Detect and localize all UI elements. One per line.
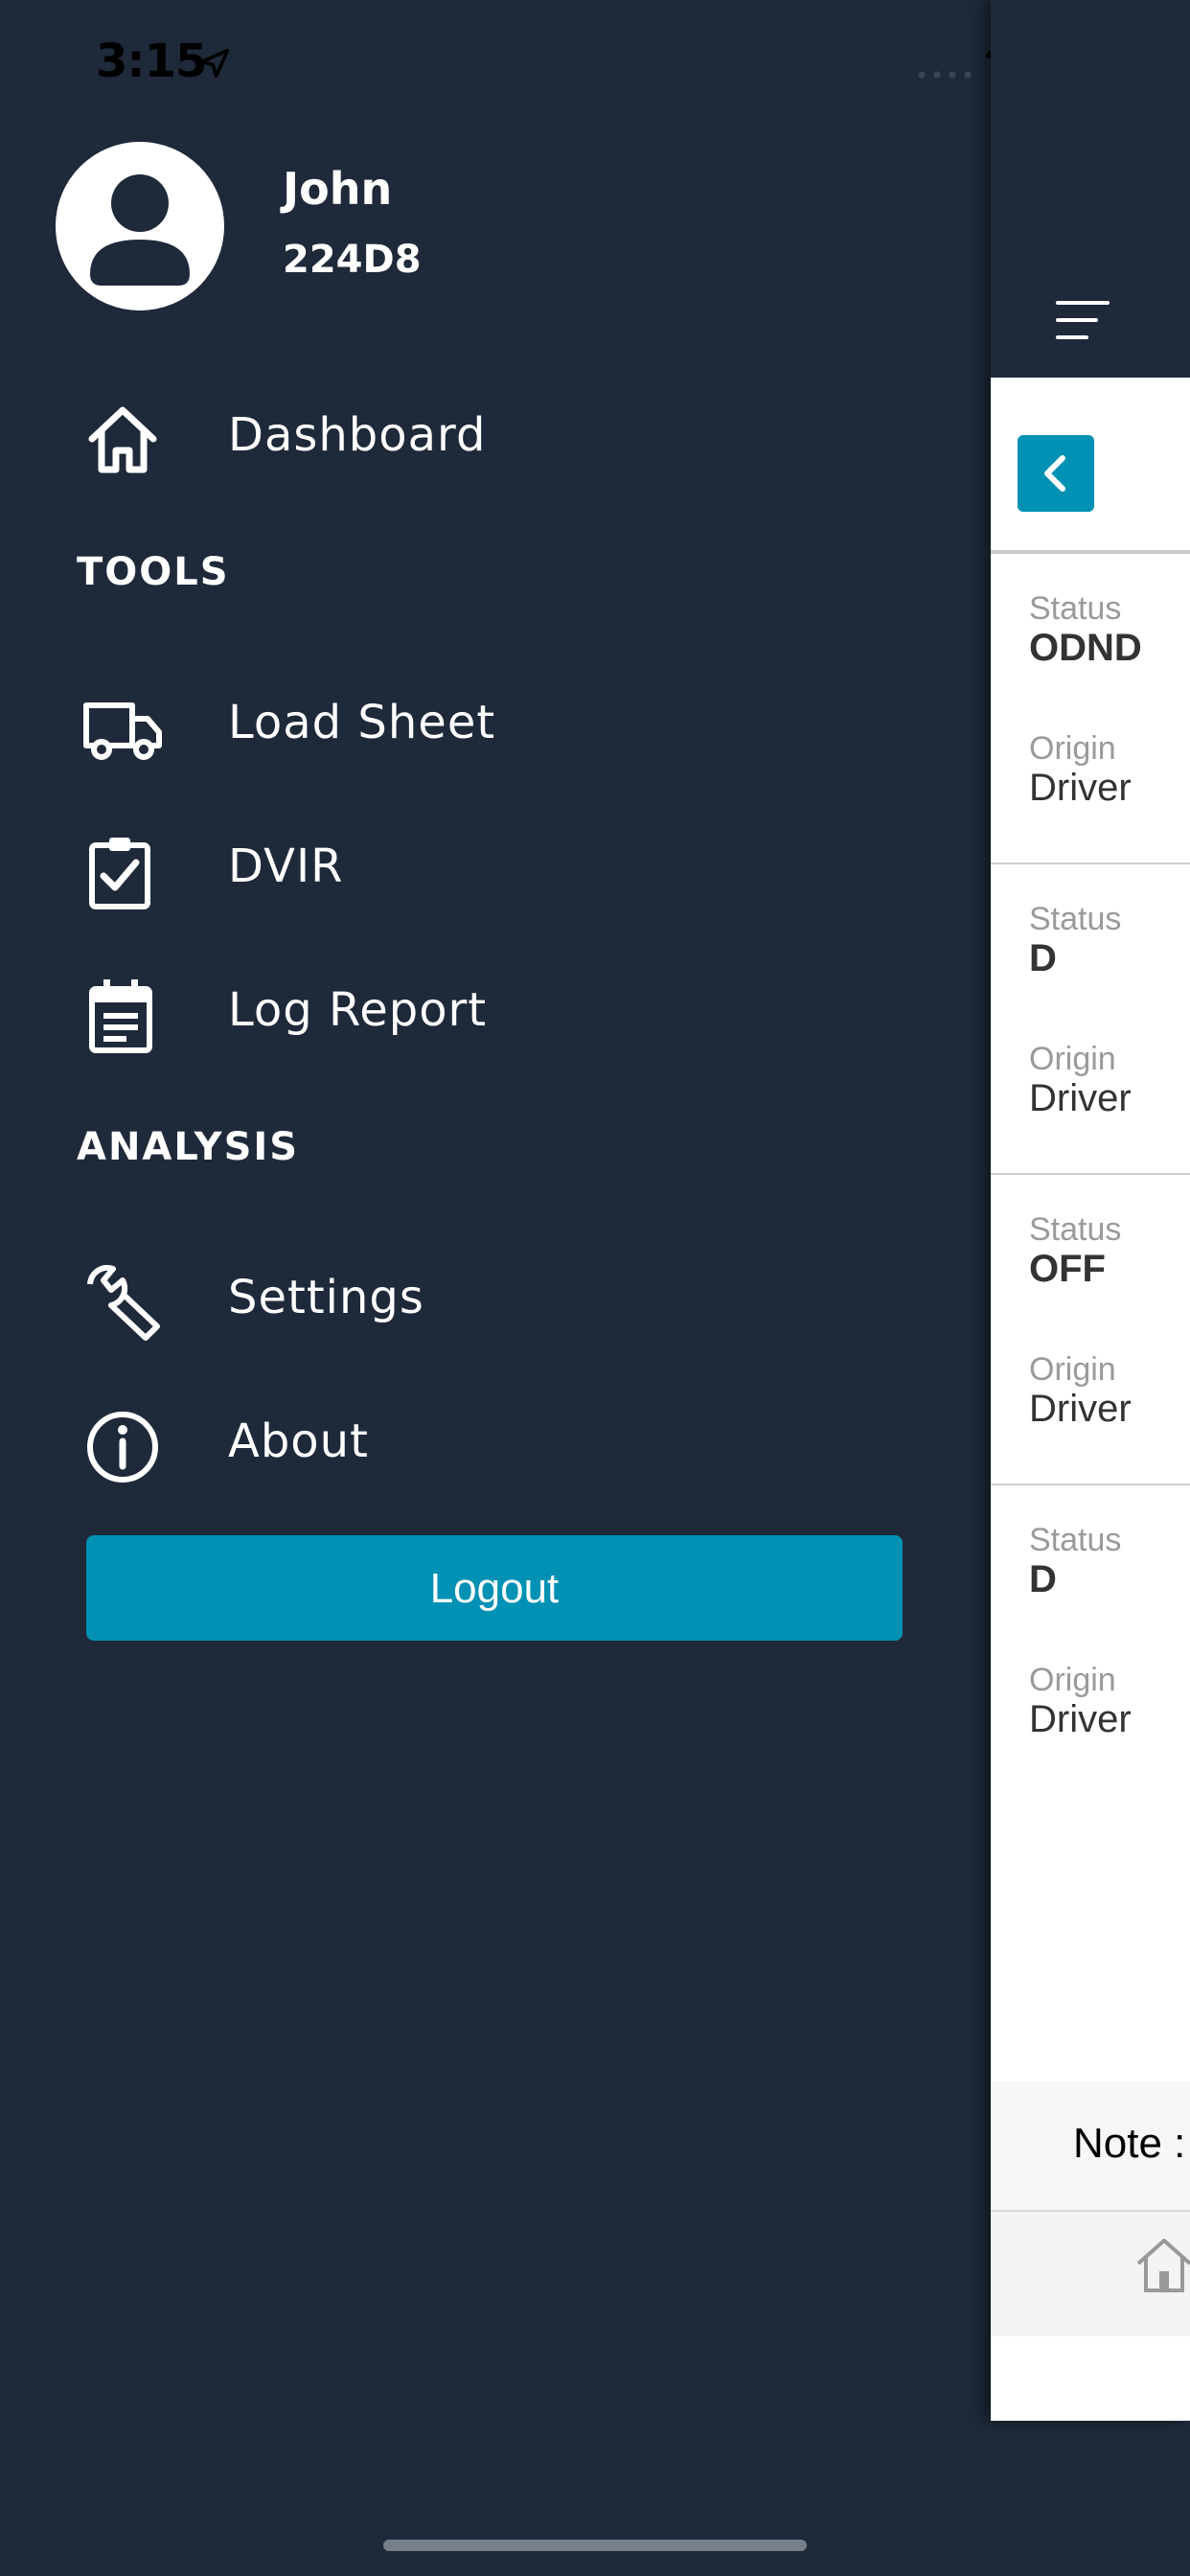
origin-value: Driver (1029, 1698, 1132, 1740)
status-value: D (1029, 937, 1057, 979)
note-label: Note : (1073, 2120, 1186, 2167)
menu-item-dashboard[interactable]: Dashboard (0, 372, 958, 487)
menu-item-label: About (228, 1414, 369, 1468)
status-value: OFF (1029, 1248, 1106, 1290)
hamburger-menu-icon[interactable] (1054, 299, 1111, 341)
status-label: Status (1029, 1522, 1122, 1558)
list-item[interactable]: Status ODND Origin Driver (991, 554, 1190, 864)
home-icon (82, 401, 163, 481)
status-label: Status (1029, 1211, 1122, 1248)
menu-item-label: Settings (228, 1271, 424, 1324)
info-icon (82, 1407, 163, 1487)
list-item[interactable]: Status D Origin Driver (991, 1485, 1190, 1794)
section-header-analysis: ANALYSIS (77, 1125, 300, 1169)
avatar[interactable] (56, 142, 224, 310)
origin-value: Driver (1029, 767, 1132, 809)
origin-value: Driver (1029, 1077, 1132, 1119)
list-item[interactable]: Status OFF Origin Driver (991, 1175, 1190, 1485)
background-screen: Status ODND Origin Driver Status D Origi… (991, 0, 1190, 2421)
logout-button[interactable]: Logout (86, 1535, 903, 1641)
app-header (991, 0, 1190, 378)
user-icon (56, 142, 224, 310)
menu-item-load-sheet[interactable]: Load Sheet (0, 659, 958, 774)
side-drawer: John 224D8 Dashboard TOOLS Load Sheet DV… (0, 0, 991, 2576)
menu-item-about[interactable]: About (0, 1378, 958, 1493)
menu-item-label: Dashboard (228, 408, 487, 462)
bottom-tab-bar (991, 2212, 1190, 2336)
note-bar: Note : (991, 2082, 1190, 2212)
wrench-icon (82, 1263, 163, 1344)
status-value: D (1029, 1558, 1057, 1600)
profile-name: John (283, 163, 393, 215)
origin-value: Driver (1029, 1388, 1132, 1430)
menu-item-label: DVIR (228, 840, 344, 893)
clipboard-check-icon (82, 832, 163, 912)
origin-label: Origin (1029, 1041, 1116, 1077)
origin-label: Origin (1029, 1662, 1116, 1698)
calendar-list-icon (82, 976, 163, 1056)
menu-item-dvir[interactable]: DVIR (0, 803, 958, 918)
menu-item-label: Log Report (228, 983, 488, 1037)
status-label: Status (1029, 590, 1122, 627)
list-item[interactable]: Status D Origin Driver (991, 864, 1190, 1175)
home-tab-icon[interactable] (1133, 2233, 1190, 2296)
menu-item-label: Load Sheet (228, 696, 496, 749)
chevron-left-icon (1044, 455, 1065, 492)
section-header-tools: TOOLS (77, 550, 230, 594)
menu-item-settings[interactable]: Settings (0, 1234, 958, 1349)
status-label: Status (1029, 901, 1122, 937)
home-indicator[interactable] (383, 2540, 807, 2551)
back-button[interactable] (1018, 435, 1094, 512)
status-value: ODND (1029, 627, 1142, 669)
origin-label: Origin (1029, 1351, 1116, 1388)
truck-icon (82, 688, 163, 769)
origin-label: Origin (1029, 730, 1116, 767)
profile-id: 224D8 (283, 238, 422, 282)
menu-item-log-report[interactable]: Log Report (0, 947, 958, 1062)
toolbar (991, 378, 1190, 554)
